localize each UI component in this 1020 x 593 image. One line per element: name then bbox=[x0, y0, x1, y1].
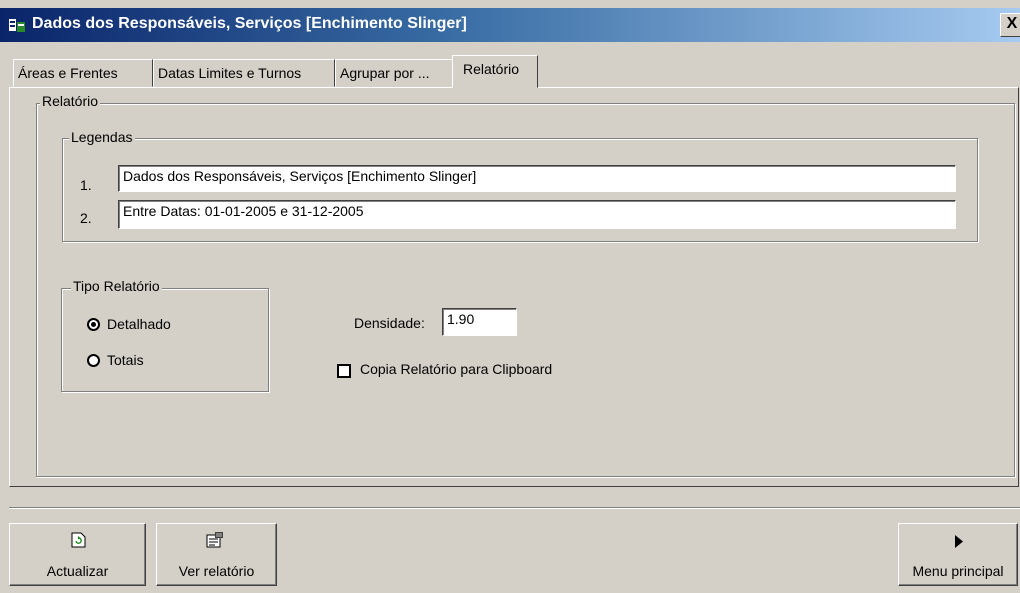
tab-label: Agrupar por ... bbox=[340, 65, 430, 81]
window-title: Dados dos Responsáveis, Serviços [Enchim… bbox=[32, 15, 467, 32]
clipboard-checkbox[interactable] bbox=[337, 364, 351, 378]
radio-selected-dot bbox=[91, 322, 96, 327]
tipo-relatorio-group-label: Tipo Relatório bbox=[71, 278, 162, 294]
tab-datas-limites[interactable]: Datas Limites e Turnos bbox=[153, 59, 335, 87]
tab-label: Datas Limites e Turnos bbox=[158, 65, 302, 81]
play-arrow-icon bbox=[955, 535, 963, 548]
tab-label: Relatório bbox=[463, 61, 520, 77]
relatorio-group-label: Relatório bbox=[40, 93, 101, 109]
bottom-separator bbox=[9, 507, 1020, 509]
legend-number-2: 2. bbox=[80, 210, 92, 226]
menu-principal-label: Menu principal bbox=[912, 563, 1004, 579]
actualizar-button[interactable]: Actualizar bbox=[9, 523, 146, 586]
close-button[interactable]: X bbox=[1000, 13, 1020, 37]
actualizar-label: Actualizar bbox=[46, 563, 109, 579]
densidade-input[interactable]: 1.90 bbox=[442, 308, 517, 336]
totais-label[interactable]: Totais bbox=[107, 352, 144, 368]
tab-agrupar-por[interactable]: Agrupar por ... bbox=[335, 59, 453, 87]
report-view-icon bbox=[206, 532, 223, 548]
tipo-relatorio-group bbox=[61, 288, 269, 392]
app-window-icon bbox=[9, 19, 25, 32]
legend-number-1: 1. bbox=[80, 177, 92, 193]
densidade-label: Densidade: bbox=[354, 315, 425, 331]
detalhado-label[interactable]: Detalhado bbox=[107, 316, 171, 332]
legend-2-field[interactable]: Entre Datas: 01-01-2005 e 31-12-2005 bbox=[118, 200, 956, 229]
clipboard-label[interactable]: Copia Relatório para Clipboard bbox=[360, 361, 552, 377]
tab-relatorio[interactable]: Relatório bbox=[452, 55, 538, 88]
totais-radio[interactable] bbox=[87, 354, 100, 367]
legend-1-field[interactable]: Dados dos Responsáveis, Serviços [Enchim… bbox=[118, 165, 956, 192]
refresh-icon bbox=[71, 532, 86, 548]
legendas-group-label: Legendas bbox=[69, 129, 135, 145]
ver-relatorio-button[interactable]: Ver relatório bbox=[156, 523, 277, 586]
tab-label: Áreas e Frentes bbox=[18, 65, 118, 81]
tab-areas-frentes[interactable]: Áreas e Frentes bbox=[13, 59, 153, 87]
detalhado-radio[interactable] bbox=[87, 318, 100, 331]
menu-principal-button[interactable]: Menu principal bbox=[898, 523, 1018, 586]
ver-relatorio-label: Ver relatório bbox=[178, 563, 255, 579]
title-bar[interactable]: Dados dos Responsáveis, Serviços [Enchim… bbox=[0, 8, 1020, 42]
